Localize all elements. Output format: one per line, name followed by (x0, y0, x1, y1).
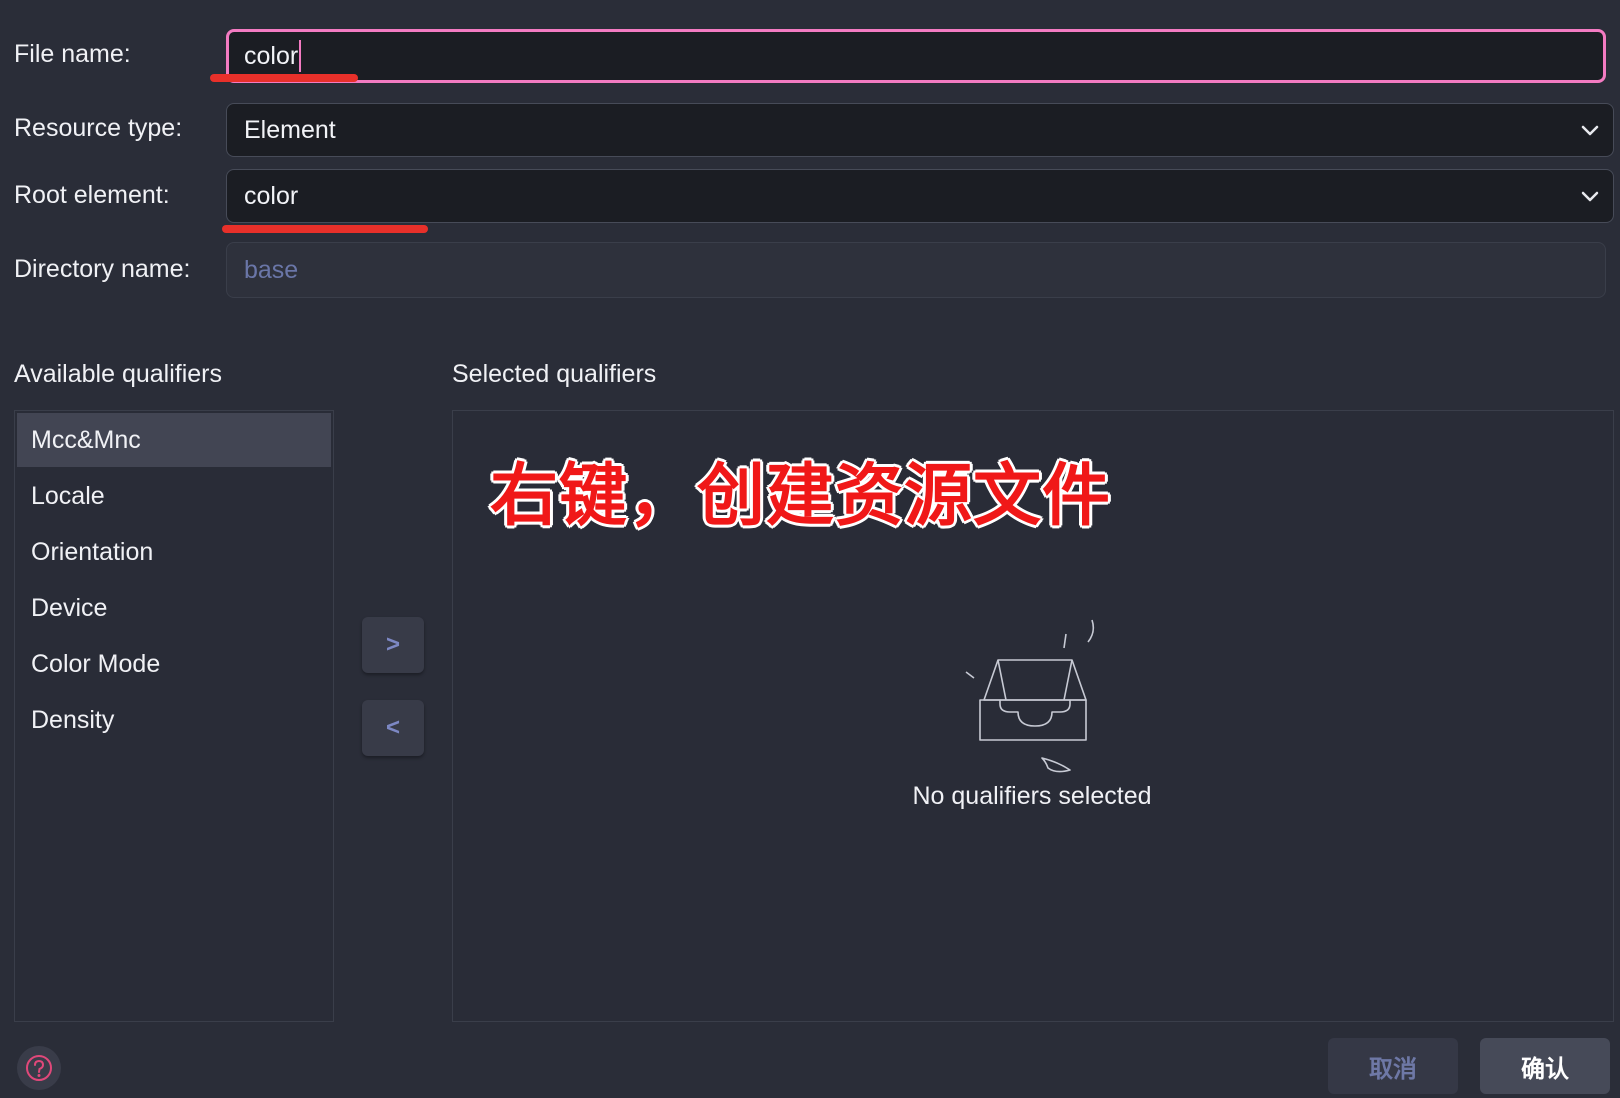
qualifier-item-color-mode[interactable]: Color Mode (17, 637, 331, 691)
resource-type-label: Resource type: (14, 114, 183, 142)
selected-qualifiers-title: Selected qualifiers (452, 360, 657, 388)
root-element-select[interactable]: color (226, 169, 1614, 223)
directory-name-label: Directory name: (14, 255, 191, 283)
confirm-button[interactable]: 确认 (1480, 1038, 1610, 1094)
available-qualifiers-list[interactable]: Mcc&Mnc Locale Orientation Device Color … (14, 410, 334, 1022)
qualifier-item-orientation[interactable]: Orientation (17, 525, 331, 579)
add-qualifier-button[interactable]: > (362, 617, 424, 673)
qualifier-item-density[interactable]: Density (17, 693, 331, 747)
file-name-label: File name: (14, 40, 131, 68)
resource-type-select[interactable]: Element (226, 103, 1614, 157)
chevron-down-icon (1581, 125, 1599, 136)
annotation-underline-root-element (222, 225, 428, 233)
help-button[interactable] (17, 1046, 61, 1090)
cancel-button[interactable]: 取消 (1328, 1038, 1458, 1094)
chevron-down-icon (1581, 191, 1599, 202)
file-name-value: color (244, 41, 299, 70)
directory-name-input: base (226, 242, 1606, 298)
help-icon (26, 1055, 52, 1081)
remove-qualifier-button[interactable]: < (362, 700, 424, 756)
directory-name-value: base (244, 255, 299, 284)
available-qualifiers-title: Available qualifiers (14, 360, 222, 388)
root-element-label: Root element: (14, 181, 170, 209)
empty-state-text: No qualifiers selected (912, 782, 1152, 810)
resource-type-value: Element (244, 115, 336, 144)
file-name-input[interactable]: color (226, 29, 1606, 83)
text-cursor (299, 40, 302, 72)
annotation-text: 右键，创建资源文件 (490, 458, 1112, 534)
annotation-underline-file-name (210, 74, 358, 82)
qualifier-item-device[interactable]: Device (17, 581, 331, 635)
root-element-value: color (244, 181, 299, 210)
qualifier-item-mcc-mnc[interactable]: Mcc&Mnc (17, 413, 331, 467)
qualifier-item-locale[interactable]: Locale (17, 469, 331, 523)
empty-inbox-icon (965, 619, 1095, 773)
